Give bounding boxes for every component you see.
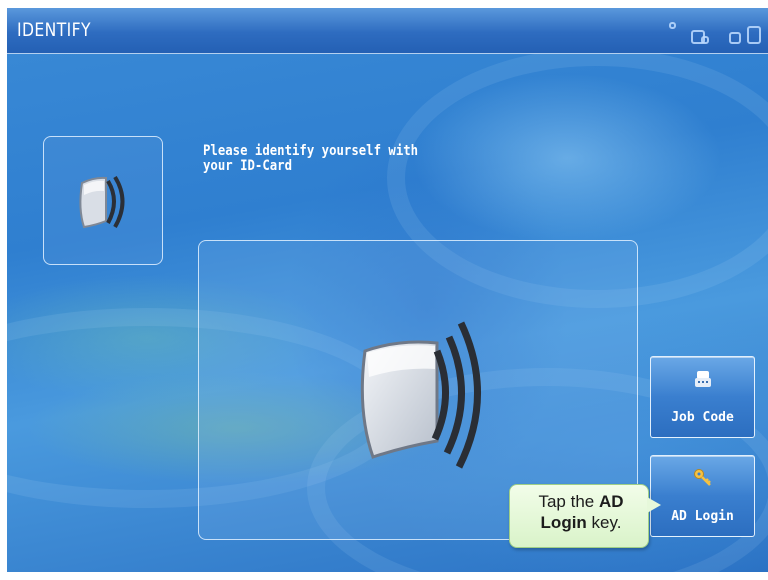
ad-login-button[interactable]: AD Login [650,455,755,537]
id-card-reader-icon [360,321,481,469]
window-square-icon [701,36,709,44]
job-code-label: Job Code [671,410,734,425]
job-code-button[interactable]: Job Code [650,356,755,438]
window-icons [667,22,768,50]
instruction-callout: Tap the AD Login key. [509,484,661,548]
ad-login-label: AD Login [671,509,734,524]
keypad-icon [695,371,711,387]
callout-prefix: Tap the [538,492,599,511]
instruction-line-2: your ID-Card [203,158,293,174]
id-card-reader-icon [79,175,125,229]
instruction-text: Please identify yourself with your ID-Ca… [203,144,467,174]
callout-text: Tap the AD Login key. [520,491,642,533]
key-icon [694,469,711,486]
callout-bold-ad: AD [598,492,624,511]
instruction-line-1: Please identify yourself with [203,143,419,159]
callout-bold-login: Login [540,513,587,532]
id-card-thumbnail-panel [43,136,163,265]
window-square-icon [669,22,676,29]
page-title: IDENTIFY [17,19,91,41]
window-square-icon [747,26,761,44]
window-square-icon [729,32,741,44]
callout-suffix: key. [586,513,622,532]
identify-screen: IDENTIFY Please identify yourself with y… [7,8,768,572]
title-bar: IDENTIFY [7,8,768,54]
